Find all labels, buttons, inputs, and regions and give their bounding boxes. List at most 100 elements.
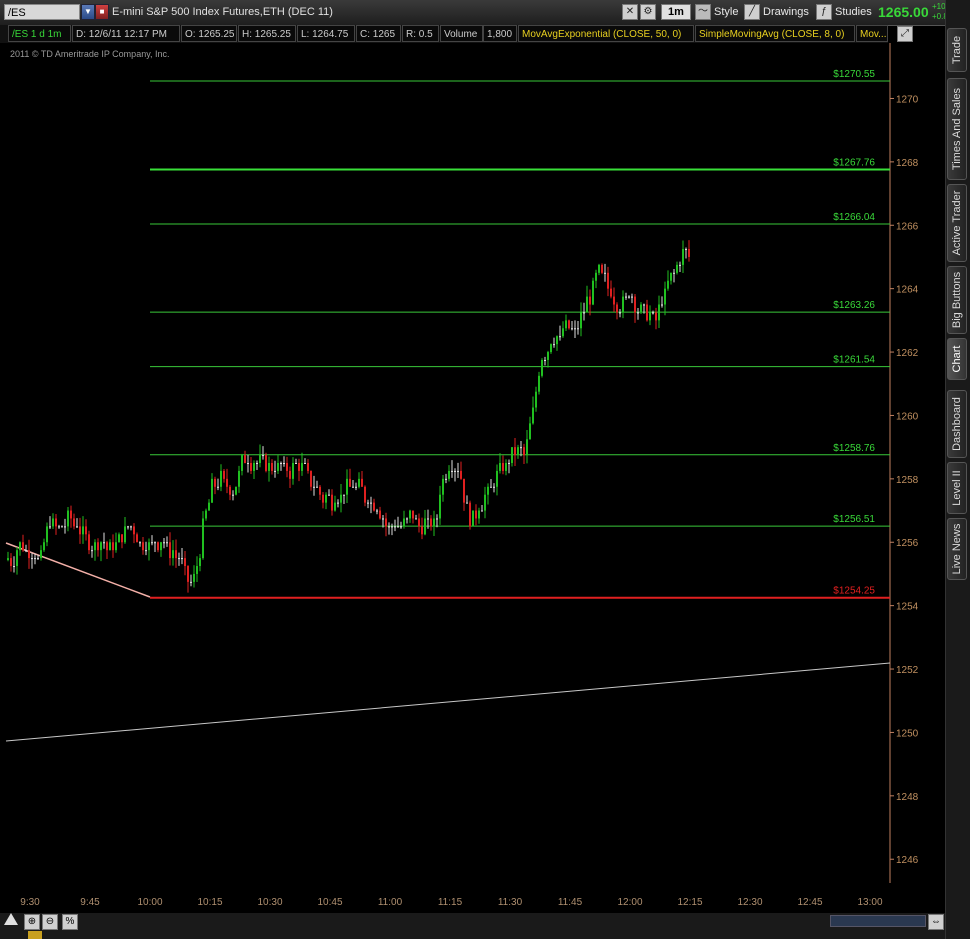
candle-body: [451, 470, 453, 472]
candle-body: [628, 296, 630, 298]
style-icon[interactable]: 〜: [695, 4, 711, 20]
tab-level-ii[interactable]: Level II: [947, 462, 967, 514]
zoom-out-icon[interactable]: ⊖: [42, 914, 58, 930]
candle-body: [412, 510, 414, 519]
candle-body: [37, 558, 39, 560]
candle-body: [211, 478, 213, 503]
candle-body: [640, 304, 642, 313]
candle-body: [112, 542, 114, 551]
candle-body: [634, 296, 636, 313]
expand-icon[interactable]: ⤢: [897, 26, 913, 42]
uptrend-line[interactable]: [5, 662, 891, 742]
candle-body: [241, 455, 243, 471]
candle-body: [649, 312, 651, 321]
candle-body: [547, 352, 549, 360]
x-tick-label: 12:15: [677, 897, 702, 908]
tab-live-news[interactable]: Live News: [947, 518, 967, 580]
style-menu[interactable]: Style: [714, 6, 738, 18]
candle-body: [379, 510, 381, 519]
x-tick-label: 11:30: [498, 897, 523, 908]
y-tick-label: 1264: [896, 285, 919, 296]
link-icon[interactable]: ■: [95, 4, 109, 20]
drawings-icon[interactable]: ╱: [744, 4, 760, 20]
bar-open: O: 1265.25: [181, 25, 237, 42]
last-price: 1265.00: [878, 4, 929, 20]
candle-body: [214, 478, 216, 487]
study-sma[interactable]: SimpleMovingAvg (CLOSE, 8, 0): [695, 25, 855, 42]
tab-active-trader[interactable]: Active Trader: [947, 184, 967, 262]
y-tick-label: 1250: [896, 728, 919, 739]
candle-body: [217, 486, 219, 488]
candle-body: [373, 502, 375, 511]
x-tick-label: 12:45: [797, 897, 822, 908]
percent-icon[interactable]: %: [62, 914, 78, 930]
price-chart[interactable]: $1270.55 $1267.76 $1266.04 $1263.26 $1261.54…: [0, 43, 945, 913]
studies-icon[interactable]: ƒ: [816, 4, 832, 20]
scroll-right-icon[interactable]: ⇔: [928, 914, 944, 930]
candle-body: [352, 486, 354, 488]
drawings-menu[interactable]: Drawings: [763, 6, 809, 18]
y-tick-label: 1256: [896, 538, 919, 549]
scroll-handle-icon[interactable]: [28, 931, 42, 939]
tab-chart[interactable]: Chart: [947, 338, 967, 380]
candle-body: [274, 470, 276, 472]
y-tick-label: 1268: [896, 158, 919, 169]
candle-body: [355, 486, 357, 488]
candle-body: [586, 296, 588, 313]
chart-name[interactable]: /ES 1 d 1m: [8, 25, 71, 42]
downtrend-line[interactable]: [5, 542, 151, 598]
candle-body: [643, 304, 645, 306]
timeframe-button[interactable]: 1m: [661, 4, 691, 20]
tools-icon[interactable]: ✕: [622, 4, 638, 20]
candle-body: [499, 463, 501, 471]
study-more[interactable]: Mov...: [856, 25, 888, 42]
candle-body: [205, 510, 207, 519]
candle-body: [178, 558, 180, 560]
tab-times-and-sales[interactable]: Times And Sales: [947, 78, 967, 180]
candle-body: [382, 518, 384, 520]
studies-menu[interactable]: Studies: [835, 6, 872, 18]
candle-body: [232, 494, 234, 496]
bottom-bar: [0, 913, 945, 939]
candle-body: [460, 470, 462, 479]
tab-dashboard[interactable]: Dashboard: [947, 390, 967, 458]
candle-body: [466, 502, 468, 504]
tab-big-buttons[interactable]: Big Buttons: [947, 266, 967, 334]
candle-body: [409, 510, 411, 519]
candle-body: [208, 502, 210, 511]
candle-body: [577, 328, 579, 330]
tab-trade[interactable]: Trade: [947, 28, 967, 72]
candle-body: [616, 304, 618, 313]
candle-body: [361, 478, 363, 487]
candle-body: [319, 486, 321, 495]
y-tick-label: 1258: [896, 475, 919, 486]
horizontal-scrollbar[interactable]: [830, 915, 926, 927]
x-tick-label: 10:00: [137, 897, 162, 908]
candle-body: [496, 470, 498, 487]
candle-body: [220, 470, 222, 487]
candle-body: [76, 526, 78, 528]
candle-body: [193, 573, 195, 582]
candle-body: [70, 510, 72, 519]
candle-body: [676, 264, 678, 273]
copyright-notice: 2011 © TD Ameritrade IP Company, Inc.: [10, 49, 170, 59]
study-ema[interactable]: MovAvgExponential (CLOSE, 50, 0): [518, 25, 694, 42]
candle-body: [490, 486, 492, 488]
candle-body: [529, 423, 531, 440]
candle-body: [316, 486, 318, 488]
candle-body: [301, 463, 303, 471]
candle-body: [124, 526, 126, 543]
candle-body: [583, 312, 585, 314]
symbol-dropdown-icon[interactable]: ▼: [81, 4, 95, 20]
settings-icon[interactable]: ⚙: [640, 4, 656, 20]
chart-menu-icon[interactable]: [4, 913, 18, 925]
zoom-in-icon[interactable]: ⊕: [24, 914, 40, 930]
candle-body: [55, 518, 57, 527]
candle-body: [358, 478, 360, 487]
candle-body: [508, 463, 510, 464]
candle-body: [433, 518, 435, 527]
bar-high: H: 1265.25: [238, 25, 296, 42]
symbol-input[interactable]: /ES: [4, 4, 80, 20]
candle-body: [619, 312, 621, 314]
x-tick-label: 10:45: [317, 897, 342, 908]
